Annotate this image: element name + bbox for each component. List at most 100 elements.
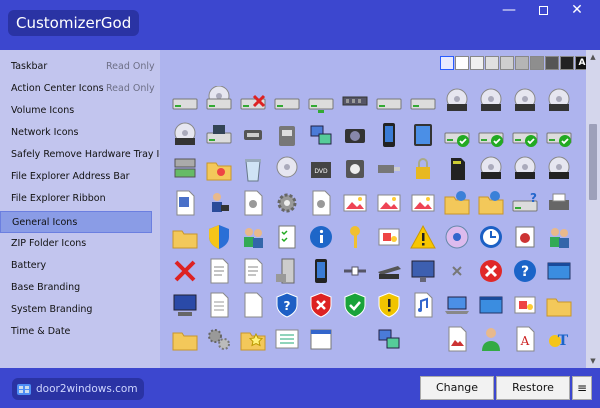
star-folder-icon[interactable] — [238, 324, 268, 354]
scroll-down-arrow[interactable]: ▼ — [586, 354, 600, 368]
sidebar-item-general-icons[interactable]: General Icons — [0, 211, 152, 233]
music-icon[interactable] — [408, 290, 438, 320]
settings-doc-icon[interactable] — [306, 188, 336, 218]
font-icon[interactable]: A — [510, 324, 540, 354]
background-swatch[interactable] — [545, 56, 559, 70]
dvd-rw-drive-icon[interactable] — [170, 120, 200, 150]
sidebar-item-ribbon[interactable]: File Explorer Ribbon — [0, 188, 152, 210]
network-user-icon[interactable] — [204, 188, 234, 218]
sidebar-item-network[interactable]: Network Icons — [0, 122, 152, 144]
network-icon[interactable] — [306, 120, 336, 150]
dvd-icon[interactable]: DVD — [306, 154, 336, 184]
background-swatch[interactable] — [440, 56, 454, 70]
sidebar-item-action-center[interactable]: Action Center Icons Read Only — [0, 78, 155, 100]
dvd-r-drive-icon[interactable] — [476, 86, 506, 116]
close-small-icon[interactable] — [442, 256, 472, 286]
warning-shield-icon[interactable] — [374, 290, 404, 320]
drive-ok-icon[interactable] — [442, 120, 472, 150]
clock-icon[interactable] — [476, 222, 506, 252]
monitor-icon[interactable] — [408, 256, 438, 286]
recycle-bin-icon[interactable] — [238, 154, 268, 184]
drive-error-icon[interactable] — [238, 86, 268, 116]
cd-rw-icon[interactable] — [544, 154, 574, 184]
scanner-icon[interactable] — [374, 256, 404, 286]
certificate-icon[interactable] — [510, 222, 540, 252]
drive-icon[interactable] — [272, 86, 302, 116]
usb-drive-icon[interactable] — [238, 120, 268, 150]
media-player-icon[interactable] — [340, 154, 370, 184]
sidebar-item-system-branding[interactable]: System Branding — [0, 299, 152, 321]
phone-icon[interactable] — [374, 120, 404, 150]
drive-ok-icon[interactable] — [510, 120, 540, 150]
network-drive-icon[interactable] — [306, 86, 336, 116]
help-shield-icon[interactable]: ? — [272, 290, 302, 320]
sidebar-item-time-date[interactable]: Time & Date — [0, 321, 152, 343]
phone-icon[interactable] — [306, 256, 336, 286]
help-circle-icon[interactable]: ? — [510, 256, 540, 286]
drive-icon[interactable] — [408, 86, 438, 116]
gear-icon[interactable] — [272, 188, 302, 218]
warning-icon[interactable] — [408, 222, 438, 252]
settings-doc-icon[interactable] — [238, 188, 268, 218]
calendar-icon[interactable] — [306, 324, 336, 354]
menu-button[interactable]: ≡ — [572, 376, 592, 400]
error-x-icon[interactable] — [170, 256, 200, 286]
drive-ok-icon[interactable] — [476, 120, 506, 150]
text-doc-icon[interactable] — [204, 256, 234, 286]
picture-icon[interactable] — [408, 188, 438, 218]
server-icon[interactable] — [272, 256, 302, 286]
drive-icon[interactable] — [374, 86, 404, 116]
font-doc-icon[interactable]: T — [544, 324, 574, 354]
dvd-ram-drive-icon[interactable] — [510, 86, 540, 116]
sidebar-item-volume[interactable]: Volume Icons — [0, 100, 152, 122]
close-button[interactable]: ✕ — [554, 0, 600, 24]
network-folder-icon[interactable] — [476, 188, 506, 218]
ok-shield-icon[interactable] — [340, 290, 370, 320]
background-swatch[interactable] — [530, 56, 544, 70]
disc-icon[interactable] — [442, 222, 472, 252]
restore-button[interactable]: Restore — [496, 376, 570, 400]
sidebar-item-zip-folder[interactable]: ZIP Folder Icons — [0, 233, 152, 255]
folder-icon[interactable] — [170, 222, 200, 252]
change-button[interactable]: Change — [420, 376, 494, 400]
cd-drive-icon[interactable] — [204, 86, 234, 116]
sidebar-item-address-bar[interactable]: File Explorer Address Bar — [0, 166, 152, 188]
picture-icon[interactable] — [374, 188, 404, 218]
shield-icon[interactable] — [204, 222, 234, 252]
sidebar-item-battery[interactable]: Battery — [0, 255, 152, 277]
list-icon[interactable] — [272, 324, 302, 354]
error-shield-icon[interactable] — [306, 290, 336, 320]
cd-r-icon[interactable] — [476, 154, 506, 184]
puzzle-icon[interactable] — [510, 290, 540, 320]
key-icon[interactable] — [340, 222, 370, 252]
camera-icon[interactable] — [340, 120, 370, 150]
sidebar-item-safely-remove[interactable]: Safely Remove Hardware Tray Icon — [0, 144, 176, 166]
server-drive-icon[interactable] — [170, 154, 200, 184]
cd-icon[interactable] — [272, 154, 302, 184]
document-icon[interactable] — [170, 188, 200, 218]
tablet-icon[interactable] — [408, 120, 438, 150]
users-icon[interactable] — [238, 222, 268, 252]
drive-icon[interactable] — [170, 86, 200, 116]
picture-icon[interactable] — [340, 188, 370, 218]
picture-doc-icon[interactable] — [442, 324, 472, 354]
background-swatch[interactable] — [500, 56, 514, 70]
puzzle-icon[interactable] — [374, 222, 404, 252]
scroll-up-arrow[interactable]: ▲ — [586, 50, 600, 64]
network-folder-icon[interactable] — [442, 188, 472, 218]
memory-icon[interactable] — [340, 86, 370, 116]
floppy-drive-icon[interactable] — [204, 120, 234, 150]
sd-card-icon[interactable] — [442, 154, 472, 184]
blank-doc-icon[interactable] — [238, 290, 268, 320]
error-circle-icon[interactable] — [476, 256, 506, 286]
image-folder-icon[interactable] — [204, 154, 234, 184]
sidebar-item-base-branding[interactable]: Base Branding — [0, 277, 152, 299]
user-icon[interactable] — [476, 324, 506, 354]
dvd-rom-drive-icon[interactable] — [544, 86, 574, 116]
users-icon[interactable] — [544, 222, 574, 252]
background-swatch[interactable] — [485, 56, 499, 70]
info-icon[interactable] — [306, 222, 336, 252]
scrollbar[interactable]: ▲ ▼ — [586, 50, 600, 368]
cable-icon[interactable] — [340, 256, 370, 286]
folder-icon[interactable] — [170, 324, 200, 354]
